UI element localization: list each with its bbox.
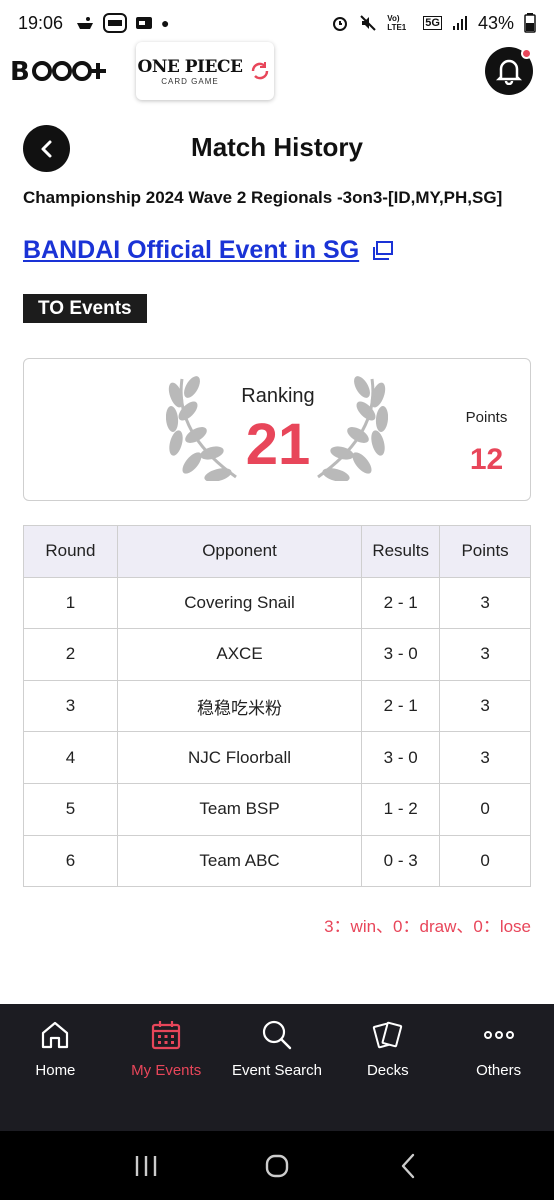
home-system-button[interactable]: [262, 1151, 292, 1181]
system-navigation: [0, 1131, 554, 1200]
more-icon: [483, 1031, 514, 1039]
back-arrow-icon: [402, 1153, 415, 1178]
mute-icon: [360, 15, 376, 31]
home-circle-icon: [265, 1154, 289, 1177]
points-legend: 3：win、0：draw、0：lose: [324, 917, 531, 936]
points-cell: 3: [439, 628, 531, 681]
notifications-button[interactable]: [485, 47, 533, 95]
notification-icons: ●: [75, 13, 170, 33]
opponent-cell: 稳稳吃米粉: [116, 679, 363, 733]
nav-label-home: Home: [35, 1062, 76, 1079]
points-value: 12: [469, 443, 504, 476]
bell-icon: [496, 59, 522, 85]
round-cell: 1: [23, 576, 118, 630]
app-notification-icon: [77, 17, 94, 29]
round-cell: 2: [23, 628, 118, 681]
result-cell: 0 - 3: [361, 834, 441, 888]
recent-apps-icon: [135, 1155, 156, 1176]
nav-label-decks: Decks: [366, 1062, 409, 1079]
round-cell: 4: [23, 731, 118, 784]
one-piece-logo[interactable]: ONE PIECE CARD GAME: [136, 42, 274, 100]
bottom-navigation: Home My Events Event Search Decks Others: [0, 1004, 554, 1131]
table-row: 5 Team BSP 1 - 2 0: [23, 782, 531, 836]
notification-badge: [521, 48, 532, 59]
column-header-points: Points: [439, 525, 531, 578]
event-link[interactable]: BANDAI Official Event in SG: [23, 236, 394, 265]
table-header-row: Round Opponent Results Points: [23, 525, 531, 578]
battery-icon: [524, 13, 536, 33]
event-link-label: BANDAI Official Event in SG: [23, 236, 360, 264]
cards-icon: [372, 1021, 402, 1049]
ranking-label: Ranking: [24, 385, 532, 408]
recent-apps-button[interactable]: [131, 1151, 161, 1181]
ranking-card: Ranking 21 Points 12: [23, 358, 531, 501]
ranking-label-text: Ranking: [241, 385, 315, 407]
external-link-icon: [373, 240, 394, 260]
app-notification-icon: [136, 17, 153, 29]
result-cell: 2 - 1: [361, 576, 441, 630]
refresh-icon: [252, 62, 269, 80]
nav-item-event-search[interactable]: Event Search: [222, 1004, 333, 1131]
result-cell: 2 - 1: [361, 679, 441, 733]
nav-item-others[interactable]: Others: [443, 1004, 554, 1131]
status-time: 19:06: [18, 12, 64, 33]
event-type-badge: TO Events: [23, 294, 147, 323]
calendar-icon: [152, 1021, 181, 1050]
match-history-table: Round Opponent Results Points 1 Covering…: [23, 525, 531, 888]
op-logo-main: ONE PIECE: [137, 56, 243, 77]
page-title: Match History: [191, 132, 363, 162]
table-row: 1 Covering Snail 2 - 1 3: [23, 576, 531, 630]
result-cell: 1 - 2: [361, 782, 441, 836]
opponent-cell: Team BSP: [116, 782, 363, 836]
table-row: 6 Team ABC 0 - 3 0: [23, 834, 531, 888]
points-cell: 3: [439, 576, 531, 630]
column-header-opponent: Opponent: [116, 525, 363, 578]
network-indicator: 5G: [423, 16, 442, 30]
points-cell: 0: [439, 782, 531, 836]
nav-label-others: Others: [476, 1062, 522, 1079]
lte-indicator: Vo) LTE1: [387, 14, 407, 32]
event-name: Championship 2024 Wave 2 Regionals -3on3…: [23, 188, 503, 207]
nav-item-home[interactable]: Home: [0, 1004, 111, 1131]
svg-text:B: B: [10, 57, 29, 86]
opponent-cell: Team ABC: [116, 834, 363, 888]
nav-item-my-events[interactable]: My Events: [111, 1004, 222, 1131]
home-icon: [42, 1021, 69, 1049]
result-cell: 3 - 0: [361, 628, 441, 681]
back-system-button[interactable]: [393, 1151, 423, 1181]
points-cell: 3: [439, 679, 531, 733]
opponent-cell: NJC Floorball: [116, 731, 363, 784]
points-cell: 0: [439, 834, 531, 888]
battery-percent: 43%: [477, 12, 514, 33]
more-notifications-dot: ●: [161, 15, 170, 31]
opponent-cell: AXCE: [116, 628, 363, 681]
round-cell: 3: [23, 679, 118, 733]
table-row: 3 稳稳吃米粉 2 - 1 3: [23, 679, 531, 733]
nav-label-my-events: My Events: [131, 1062, 202, 1079]
round-cell: 6: [23, 834, 118, 888]
table-row: 2 AXCE 3 - 0 3: [23, 628, 531, 681]
table-row: 4 NJC Floorball 3 - 0 3: [23, 731, 531, 784]
bandai-logo[interactable]: B: [10, 56, 114, 93]
nav-label-event-search: Event Search: [231, 1062, 323, 1079]
round-cell: 5: [23, 782, 118, 836]
opponent-cell: Covering Snail: [116, 576, 363, 630]
op-logo-sub: CARD GAME: [161, 76, 219, 86]
alarm-icon: [333, 17, 348, 31]
search-icon: [262, 1020, 292, 1050]
app-notification-icon: [103, 13, 128, 33]
app-header: B ONE PIECE CARD GAME: [0, 40, 554, 106]
column-header-round: Round: [23, 525, 118, 578]
signal-icon: [452, 16, 467, 30]
column-header-results: Results: [361, 525, 441, 578]
nav-item-decks[interactable]: Decks: [332, 1004, 443, 1131]
points-label: Points: [465, 409, 508, 426]
points-cell: 3: [439, 731, 531, 784]
result-cell: 3 - 0: [361, 731, 441, 784]
